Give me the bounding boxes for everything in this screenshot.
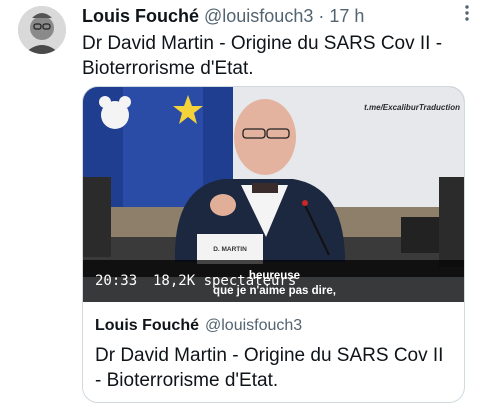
header-separator: ·	[318, 5, 325, 26]
quote-header: Louis Fouché @louisfouch3	[95, 317, 302, 335]
tweet-header: Louis Fouché @louisfouch3 · 17 h	[82, 4, 466, 28]
quote-author-name[interactable]: Louis Fouché	[95, 317, 199, 335]
author-name[interactable]: Louis Fouché	[82, 6, 199, 27]
tweet[interactable]: Louis Fouché @louisfouch3 · 17 h Dr Davi…	[0, 0, 480, 409]
video-watermark: t.me/ExcaliburTraduction	[364, 103, 460, 112]
author-handle[interactable]: @louisfouch3	[204, 6, 313, 27]
video-view-count: 18,2K spectateurs	[153, 273, 297, 289]
more-vertical-icon	[465, 5, 469, 21]
video-player[interactable]: t.me/ExcaliburTraduction D. MARTIN heure…	[83, 87, 464, 302]
avatar-image	[18, 6, 66, 54]
quote-tweet-card[interactable]: t.me/ExcaliburTraduction D. MARTIN heure…	[82, 86, 465, 403]
tweet-timestamp[interactable]: 17 h	[329, 6, 364, 27]
quote-author-handle[interactable]: @louisfouch3	[205, 317, 302, 335]
quote-text: Dr David Martin - Origine du SARS Cov II…	[95, 345, 444, 391]
more-options-button[interactable]	[458, 3, 476, 23]
video-duration: 20:33	[95, 273, 138, 289]
author-avatar[interactable]	[18, 6, 66, 54]
tweet-text: Dr David Martin - Origine du SARS Cov II…	[82, 33, 443, 79]
